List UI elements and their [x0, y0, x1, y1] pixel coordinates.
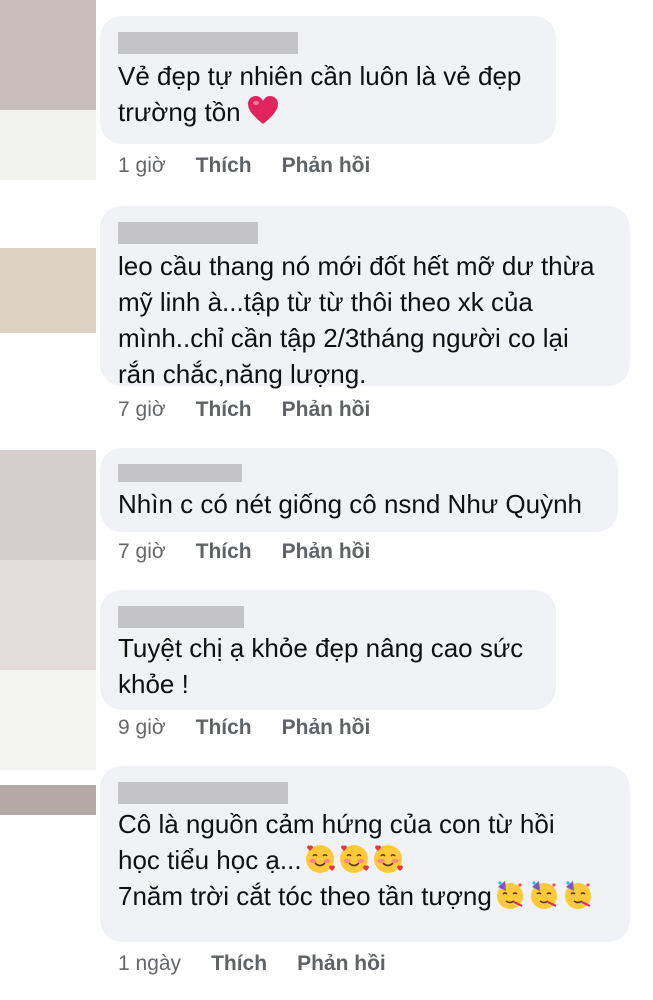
comment: Cô là nguồn cảm hứng của con từ hồi học … — [0, 0, 653, 1000]
comment-line: 7năm trời cắt tóc theo tần tượng — [118, 878, 614, 914]
comment-bubble: Cô là nguồn cảm hứng của con từ hồi học … — [100, 766, 630, 942]
reply-button[interactable]: Phản hồi — [297, 952, 386, 976]
smiling-face-with-hearts-icon — [305, 845, 335, 873]
smiling-face-with-hearts-icon — [339, 845, 369, 873]
partying-face-icon — [496, 881, 523, 909]
comment-line: học tiểu học ạ... — [118, 842, 614, 878]
redacted-author-name — [118, 782, 288, 804]
comment-line: Cô là nguồn cảm hứng của con từ hồi — [118, 809, 555, 839]
comment-time: 1 ngày — [118, 952, 182, 975]
like-button[interactable]: Thích — [211, 952, 267, 976]
partying-face-icon — [564, 881, 591, 909]
partying-face-icon — [530, 881, 557, 909]
smiling-face-with-hearts-icon — [373, 845, 403, 873]
comment-actions: 1 ngày Thích Phản hồi — [118, 952, 386, 976]
comment-text: Cô là nguồn cảm hứng của con từ hồi học … — [118, 806, 614, 914]
